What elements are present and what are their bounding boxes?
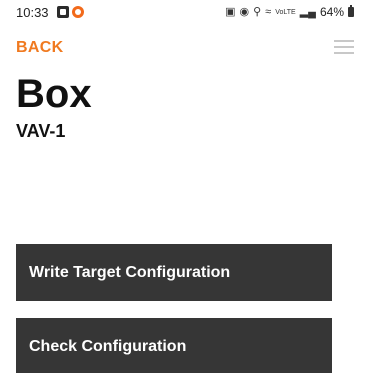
check-configuration-button[interactable]: Check Configuration — [16, 318, 332, 373]
status-time: 10:33 — [16, 5, 49, 20]
vibrate-icon: ◉ — [239, 5, 250, 18]
back-button[interactable]: BACK — [16, 39, 63, 57]
notification-icons — [57, 6, 84, 18]
page-subtitle: VAV-1 — [16, 121, 66, 141]
network-type-label: VoLTE — [275, 8, 296, 16]
write-target-configuration-label: Write Target Configuration — [29, 263, 231, 281]
check-configuration-label: Check Configuration — [29, 337, 187, 355]
lock-icon: ▣ — [225, 5, 236, 18]
battery-icon — [348, 5, 354, 17]
gallery-notification-icon — [57, 6, 69, 18]
location-icon: ⚲ — [253, 5, 262, 18]
battery-percentage: 64% — [319, 5, 344, 19]
signal-icon: ▂▄ — [299, 5, 316, 18]
wifi-icon: ≈ — [265, 5, 272, 18]
system-status-icons: ▣ ◉ ⚲ ≈ VoLTE ▂▄ 64% — [225, 5, 354, 19]
page-title: Box — [16, 72, 92, 116]
write-target-configuration-button[interactable]: Write Target Configuration — [16, 244, 332, 301]
app-screen: 10:33 ▣ ◉ ⚲ ≈ VoLTE ▂▄ 64% BACK Box VAV-… — [0, 0, 370, 373]
status-bar: 10:33 ▣ ◉ ⚲ ≈ VoLTE ▂▄ 64% — [0, 0, 370, 26]
app-notification-icon — [72, 6, 84, 18]
hamburger-menu-icon[interactable] — [334, 40, 354, 54]
